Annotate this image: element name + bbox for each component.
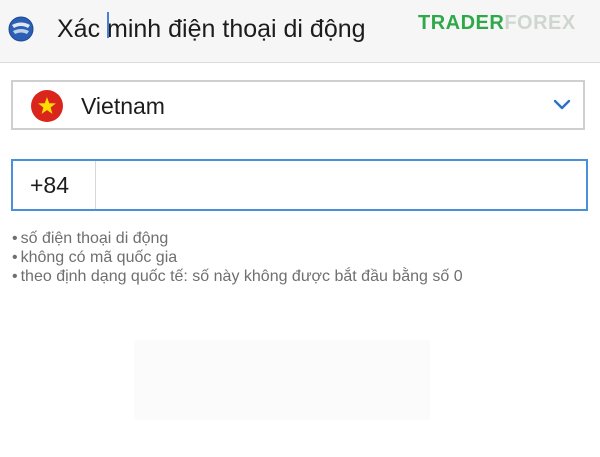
globe-logo-icon — [8, 16, 34, 42]
page-title: Xác minh điện thoại di động — [57, 15, 366, 43]
phone-number-input[interactable] — [96, 161, 584, 209]
watermark-part-1: TRADER — [418, 12, 505, 34]
vietnam-flag-icon — [31, 90, 63, 122]
faint-background-panel — [134, 340, 430, 420]
watermark-part-2: FOREX — [504, 12, 576, 34]
watermark-logo: TRADERFOREX — [418, 11, 576, 35]
country-select[interactable]: Vietnam — [11, 80, 585, 130]
hint-item: số điện thoại di động — [12, 229, 463, 248]
phone-hints-list: số điện thoại di động không có mã quốc g… — [12, 229, 463, 286]
phone-number-field: +84 — [11, 159, 588, 211]
country-code-text: +84 — [30, 172, 70, 198]
hint-item: không có mã quốc gia — [12, 248, 463, 267]
header-bar: Xác minh điện thoại di động TRADERFOREX — [0, 0, 600, 63]
country-code-prefix: +84 — [13, 161, 96, 209]
text-caret — [107, 12, 109, 38]
hint-item: theo định dạng quốc tế: số này không đượ… — [12, 267, 463, 286]
chevron-down-icon[interactable] — [553, 98, 571, 112]
country-selected-value: Vietnam — [81, 93, 165, 119]
